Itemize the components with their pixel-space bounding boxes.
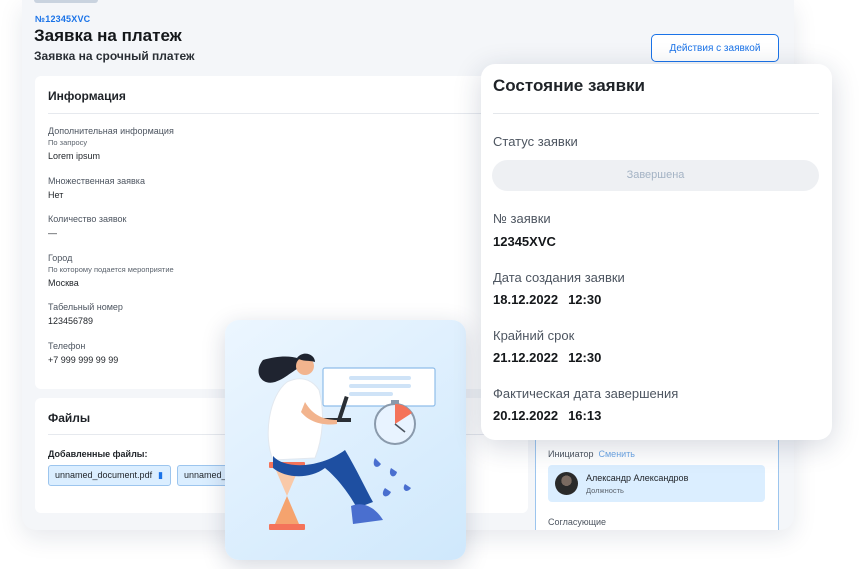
deadline-time: 12:30: [568, 350, 602, 365]
change-initiator-link[interactable]: Сменить: [599, 449, 636, 459]
approvers-label: Согласующие: [548, 517, 607, 527]
field-label: Телефон: [48, 341, 86, 351]
deadline-value: 21.12.2022 12:30: [493, 350, 601, 365]
page-subtitle: Заявка на срочный платеж: [34, 49, 195, 63]
avatar: [555, 472, 578, 495]
field-value: Нет: [48, 190, 64, 200]
request-status-card: Состояние заявки Статус заявки Завершена…: [481, 64, 832, 440]
status-label: Статус заявки: [493, 134, 578, 149]
top-tab-indicator[interactable]: [34, 0, 98, 3]
file-chip[interactable]: unnamed_document.pdf ▮: [48, 465, 171, 486]
field-value: Москва: [48, 278, 79, 288]
field-employee-number: Табельный номер 123456789: [48, 302, 123, 326]
paperclip-icon: ▮: [158, 470, 164, 480]
file-name: unnamed_document.pdf: [55, 470, 153, 480]
number-label: № заявки: [493, 211, 551, 226]
status-card-title: Состояние заявки: [493, 76, 645, 95]
person-name: Александр Александров: [586, 473, 689, 483]
field-city: Город По которому подается мероприятие М…: [48, 253, 174, 288]
deadline-label: Крайний срок: [493, 328, 575, 343]
request-actions-button[interactable]: Действия с заявкой: [651, 34, 779, 62]
page-title: Заявка на платеж: [34, 26, 182, 45]
field-hint: По запросу: [48, 138, 88, 147]
field-phone: Телефон +7 999 999 99 99: [48, 341, 118, 365]
field-value: Lorem ipsum: [48, 151, 101, 161]
created-date: 18.12.2022: [493, 292, 559, 307]
field-request-count: Количество заявок —: [48, 214, 126, 238]
deadline-date: 21.12.2022: [493, 350, 559, 365]
illustration-woman-laptop: [258, 353, 436, 530]
stopwatch-icon: [374, 400, 416, 445]
field-label: Количество заявок: [48, 214, 127, 224]
finished-time: 16:13: [568, 408, 602, 423]
field-multiple-request: Множественная заявка Нет: [48, 176, 145, 200]
field-value: —: [48, 228, 57, 238]
person-role: Должность: [586, 486, 624, 495]
initiator-label: Инициатор: [548, 449, 594, 459]
created-label: Дата создания заявки: [493, 270, 625, 285]
status-badge: Завершена: [492, 160, 819, 191]
field-label: Город: [48, 253, 73, 263]
initiator-person[interactable]: Александр Александров Должность: [548, 465, 765, 502]
finished-label: Фактическая дата завершения: [493, 386, 679, 401]
number-value: 12345XVC: [493, 234, 556, 249]
divider: [493, 113, 819, 114]
divider: [48, 113, 532, 114]
initiator-row: Инициатор Сменить: [548, 449, 635, 459]
field-label: Табельный номер: [48, 302, 123, 312]
illustration-card: [225, 320, 466, 560]
created-time: 12:30: [568, 292, 602, 307]
request-id: №12345XVC: [35, 14, 91, 24]
field-label: Множественная заявка: [48, 176, 145, 186]
field-label: Дополнительная информация: [48, 126, 174, 136]
field-value: +7 999 999 99 99: [48, 355, 119, 365]
finished-value: 20.12.2022 16:13: [493, 408, 601, 423]
field-value: 123456789: [48, 316, 94, 326]
field-hint: По которому подается мероприятие: [48, 265, 174, 274]
participants-panel: Инициатор Сменить Александр Александров Д…: [535, 438, 779, 530]
files-card-title: Файлы: [48, 411, 91, 425]
created-value: 18.12.2022 12:30: [493, 292, 601, 307]
finished-date: 20.12.2022: [493, 408, 559, 423]
info-card-title: Информация: [48, 89, 126, 103]
added-files-label: Добавленные файлы:: [48, 449, 148, 459]
field-additional-info: Дополнительная информация По запросу Lor…: [48, 126, 174, 161]
